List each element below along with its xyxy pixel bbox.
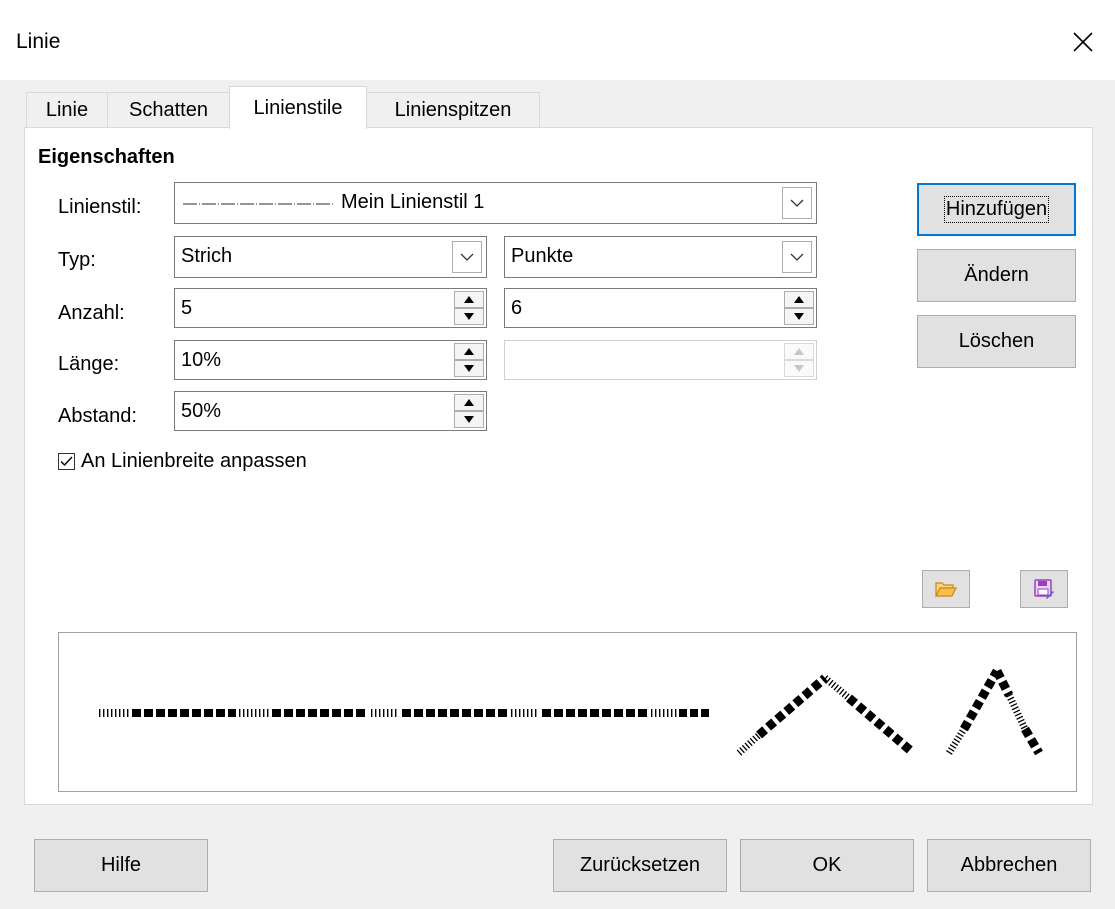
spin-up-icon [794, 296, 804, 303]
spin-up-button[interactable] [784, 291, 814, 308]
anzahl-label: Anzahl: [58, 302, 125, 324]
spin-down-icon [464, 313, 474, 320]
typ2-value: Punkte [511, 245, 574, 267]
tab-label: Schatten [129, 99, 208, 121]
linienstil-label: Linienstil: [58, 196, 142, 218]
tab-linienspitzen[interactable]: Linienspitzen [366, 92, 540, 128]
spin-up-icon [464, 296, 474, 303]
line-style-preview-icon [183, 203, 333, 205]
spin-down-button[interactable] [454, 411, 484, 428]
abstand-spinbox[interactable]: 50% [174, 391, 487, 431]
dropdown-button[interactable] [782, 187, 812, 219]
chevron-down-icon [790, 253, 804, 261]
save-icon [1034, 579, 1054, 599]
laenge-label: Länge: [58, 353, 120, 375]
typ1-select[interactable]: Strich [174, 236, 487, 278]
help-button-label: Hilfe [100, 854, 141, 876]
spin-down-icon [464, 416, 474, 423]
laenge1-value: 10% [181, 349, 222, 371]
chevron-down-icon [460, 253, 474, 261]
tab-label: Linienstile [253, 96, 343, 119]
ok-button-label: OK [812, 854, 842, 876]
spin-down-icon [794, 365, 804, 372]
laenge1-spinbox[interactable]: 10% [174, 340, 487, 380]
spin-up-button[interactable] [454, 343, 484, 360]
chevron-down-icon [790, 199, 804, 207]
dropdown-button[interactable] [782, 241, 812, 273]
section-heading: Eigenschaften [38, 146, 175, 168]
reset-button[interactable]: Zurücksetzen [553, 839, 727, 892]
tab-label: Linienspitzen [394, 99, 512, 121]
close-icon [1073, 32, 1093, 52]
typ-label: Typ: [58, 249, 96, 271]
ok-button[interactable]: OK [740, 839, 914, 892]
cancel-button-label: Abbrechen [960, 854, 1058, 876]
abstand-value: 50% [181, 400, 222, 422]
dropdown-button[interactable] [452, 241, 482, 273]
spin-up-button [784, 343, 814, 360]
add-button-label: Hinzufügen [943, 196, 1050, 223]
modify-button[interactable]: Ändern [917, 249, 1076, 302]
reset-button-label: Zurücksetzen [579, 854, 701, 876]
help-button[interactable]: Hilfe [34, 839, 208, 892]
fit-line-width-checkbox-row[interactable]: An Linienbreite anpassen [58, 450, 307, 473]
linienstil-value: Mein Linienstil 1 [341, 191, 485, 213]
spin-down-icon [464, 365, 474, 372]
spin-up-icon [794, 348, 804, 355]
abstand-label: Abstand: [58, 405, 137, 427]
add-button[interactable]: Hinzufügen [917, 183, 1076, 236]
close-button[interactable] [1059, 18, 1105, 64]
spin-down-button[interactable] [454, 360, 484, 377]
laenge2-spinbox [504, 340, 817, 380]
linienstil-select[interactable]: Mein Linienstil 1 [174, 182, 817, 224]
cancel-button[interactable]: Abbrechen [927, 839, 1091, 892]
typ2-select[interactable]: Punkte [504, 236, 817, 278]
fit-line-width-checkbox[interactable] [58, 453, 75, 470]
typ1-value: Strich [181, 245, 233, 267]
tab-linienstile[interactable]: Linienstile [229, 86, 367, 129]
anzahl1-spinbox[interactable]: 5 [174, 288, 487, 328]
spin-down-icon [794, 313, 804, 320]
delete-button-label: Löschen [958, 330, 1035, 352]
spin-down-button[interactable] [784, 308, 814, 325]
anzahl2-spinbox[interactable]: 6 [504, 288, 817, 328]
line-style-preview [58, 632, 1077, 792]
spin-down-button [784, 360, 814, 377]
window-title: Linie [16, 30, 61, 53]
fit-line-width-label: An Linienbreite anpassen [81, 450, 307, 472]
spin-up-icon [464, 348, 474, 355]
preview-lines [99, 668, 1043, 756]
save-line-styles-button[interactable] [1020, 570, 1068, 608]
tab-linie[interactable]: Linie [26, 92, 108, 128]
delete-button[interactable]: Löschen [917, 315, 1076, 368]
anzahl2-value: 6 [511, 297, 523, 319]
modify-button-label: Ändern [964, 264, 1029, 286]
checkmark-icon [60, 456, 73, 467]
spin-down-button[interactable] [454, 308, 484, 325]
load-line-styles-button[interactable] [922, 570, 970, 608]
spin-up-button[interactable] [454, 394, 484, 411]
folder-open-icon [935, 582, 957, 597]
tab-schatten[interactable]: Schatten [107, 92, 230, 128]
title-bar: Linie [0, 0, 1115, 80]
spin-up-button[interactable] [454, 291, 484, 308]
tab-label: Linie [45, 99, 89, 121]
anzahl1-value: 5 [181, 297, 193, 319]
spin-up-icon [464, 399, 474, 406]
